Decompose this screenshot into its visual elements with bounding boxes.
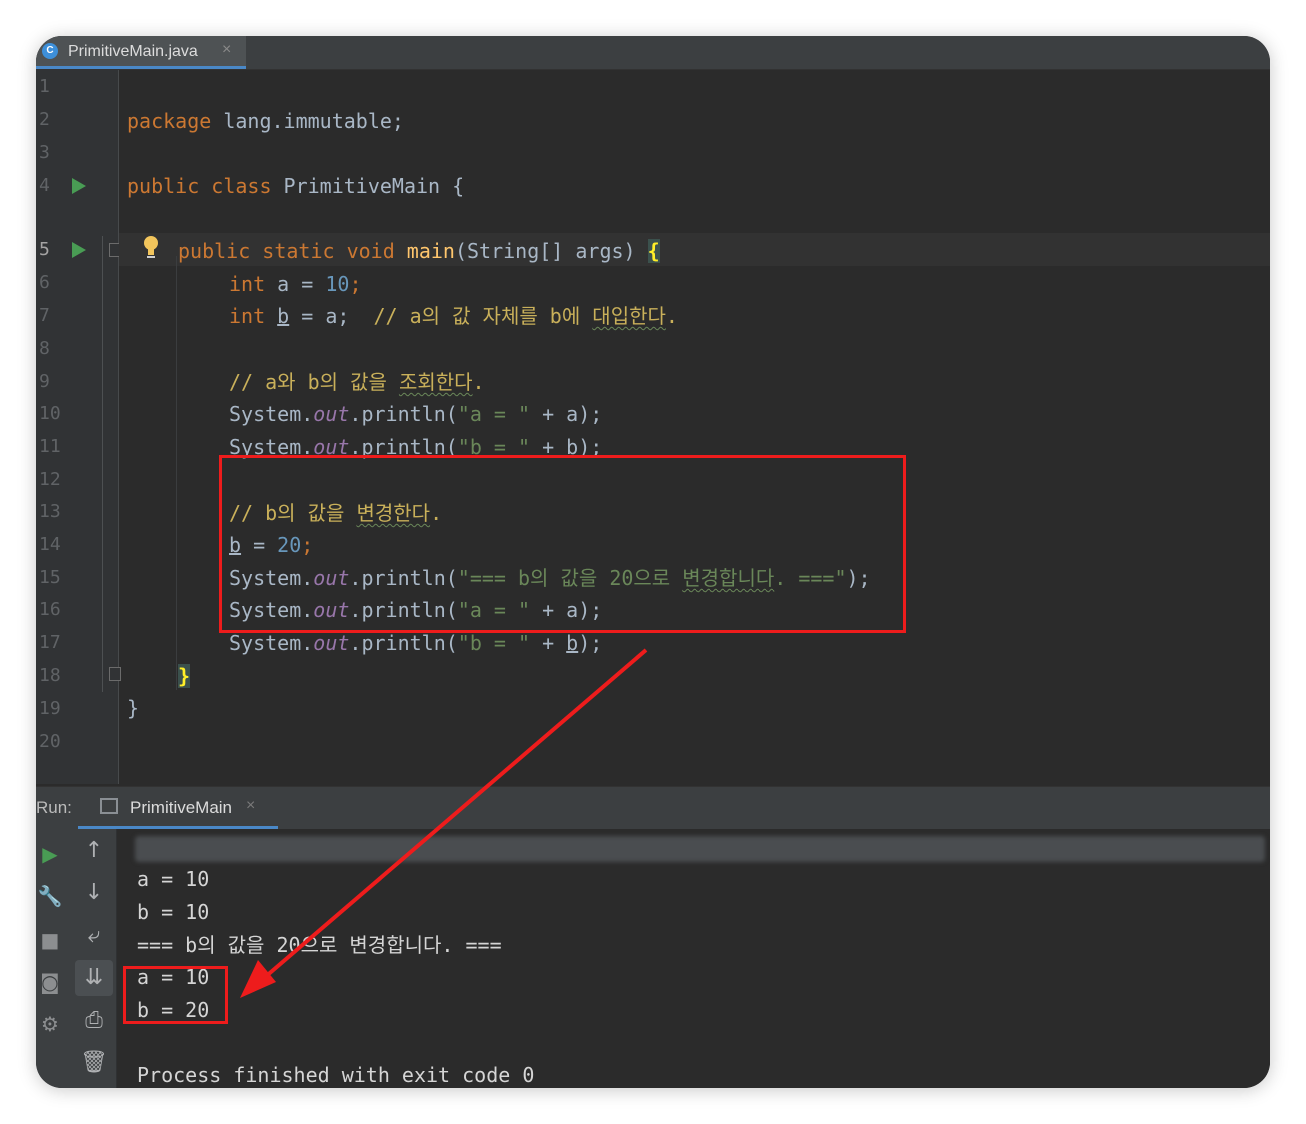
line-number: 9	[39, 371, 50, 392]
fold-guide	[102, 236, 103, 692]
annotation-box-output	[123, 966, 228, 1024]
code-line-7: int b = a; // a의 값 자체를 b에 대입한다.	[229, 304, 678, 328]
indent-guide	[176, 256, 177, 690]
console-line: b = 10	[137, 900, 210, 924]
run-main-icon[interactable]	[72, 242, 86, 258]
code-line-3: public class PrimitiveMain {	[127, 174, 465, 198]
run-panel-header: Run: PrimitiveMain ×	[36, 786, 1270, 829]
console-line: a = 10	[137, 867, 210, 891]
code-line-6: int a = 10;	[229, 272, 362, 296]
line-number: 8	[39, 338, 50, 359]
line-number: 2	[39, 109, 50, 130]
trash-icon[interactable]: 🗑	[72, 1045, 116, 1081]
run-class-icon[interactable]	[72, 178, 86, 194]
stop-icon[interactable]: ■	[36, 925, 64, 955]
line-number: 16	[39, 599, 61, 620]
arrow-down-icon[interactable]: ↓	[72, 875, 116, 911]
run-left-toolbar: ▶ 🔧 ■ ◙ ⚙	[36, 829, 73, 1088]
editor-tab-bar: C PrimitiveMain.java ×	[36, 36, 1270, 70]
run-panel-label: Run:	[36, 798, 72, 817]
close-icon[interactable]: ×	[222, 41, 231, 59]
lightbulb-icon[interactable]	[141, 236, 161, 262]
line-number: 13	[39, 501, 61, 522]
line-number: 19	[39, 698, 61, 719]
console-line: Process finished with exit code 0	[137, 1063, 535, 1087]
fold-marker-icon[interactable]	[109, 667, 121, 681]
line-gutter: 1 2 3 4 5 6 7 8 9 10 11 12 13 14 15 16 1…	[36, 70, 121, 784]
rerun-icon[interactable]: ▶	[36, 839, 64, 869]
gear-icon[interactable]: ⚙	[36, 1009, 64, 1039]
line-number: 10	[39, 403, 61, 424]
editor-tab-primitivemain[interactable]: C PrimitiveMain.java ×	[36, 36, 246, 69]
annotation-box-code	[219, 455, 906, 633]
print-icon[interactable]: ⎙	[72, 1003, 116, 1039]
code-line-5: public static void main(String[] args) {	[178, 239, 660, 263]
line-number: 4	[39, 175, 50, 196]
code-line-18: }	[178, 664, 191, 688]
ide-window: C PrimitiveMain.java × 1 2 3 4 5 6 7 8 9…	[36, 36, 1270, 1088]
camera-icon[interactable]: ◙	[36, 967, 64, 997]
console-icon	[100, 798, 118, 814]
line-number: 3	[39, 142, 50, 163]
line-number: 17	[39, 632, 61, 653]
line-number: 12	[39, 469, 61, 490]
line-number: 15	[39, 567, 61, 588]
line-number: 1	[39, 76, 50, 97]
command-line-blurred	[135, 836, 1265, 862]
line-number: 6	[39, 272, 50, 293]
close-icon[interactable]: ×	[246, 797, 255, 815]
line-number: 7	[39, 305, 50, 326]
run-tab-label: PrimitiveMain	[130, 798, 233, 817]
console-toolbar: ↑ ↓ ⤶ ⇊ ⎙ 🗑	[72, 829, 117, 1088]
java-class-icon: C	[42, 43, 58, 59]
code-line-1: package lang.immutable;	[127, 109, 404, 133]
editor-tab-label: PrimitiveMain.java	[68, 43, 198, 60]
arrow-up-icon[interactable]: ↑	[72, 833, 116, 869]
wrench-icon[interactable]: 🔧	[36, 881, 64, 911]
code-editor[interactable]: 1 2 3 4 5 6 7 8 9 10 11 12 13 14 15 16 1…	[36, 70, 1270, 784]
code-line-9: // a와 b의 값을 조회한다.	[229, 370, 485, 394]
code-line-10: System.out.println("a = " + a);	[229, 402, 603, 426]
console-output[interactable]: a = 10 b = 10 === b의 값을 20으로 변경합니다. === …	[117, 829, 1270, 1088]
run-tab-primitivemain[interactable]: PrimitiveMain ×	[78, 787, 278, 829]
line-number: 5	[39, 239, 50, 260]
soft-wrap-icon[interactable]: ⤶	[72, 918, 116, 954]
line-number-spacer	[36, 201, 60, 233]
line-number: 11	[39, 436, 61, 457]
line-number: 20	[39, 731, 61, 752]
line-number: 18	[39, 665, 61, 686]
console-line: === b의 값을 20으로 변경합니다. ===	[137, 933, 502, 957]
scroll-to-end-icon[interactable]: ⇊	[75, 960, 113, 996]
code-line-19: }	[127, 696, 140, 720]
line-number: 14	[39, 534, 61, 555]
